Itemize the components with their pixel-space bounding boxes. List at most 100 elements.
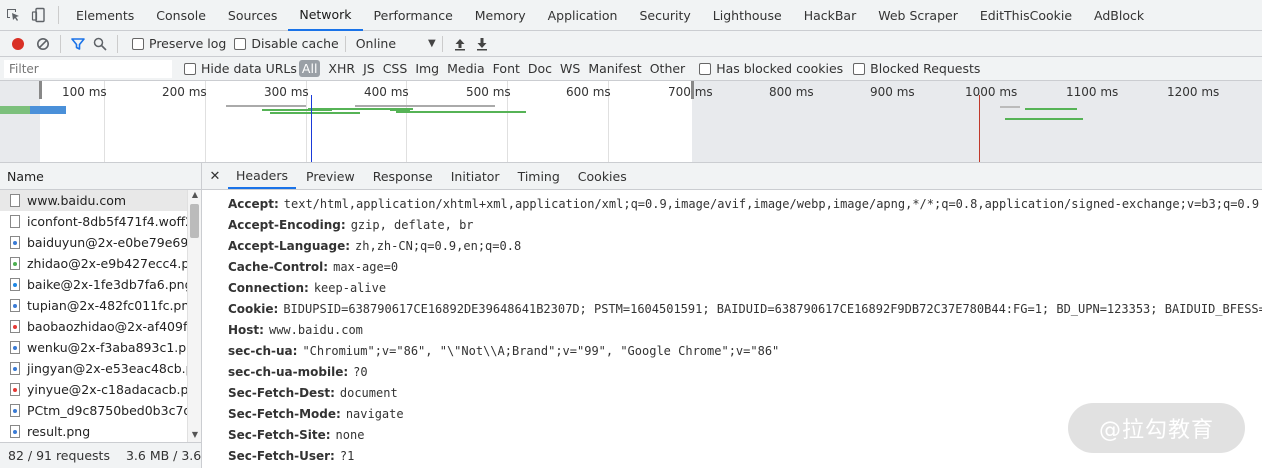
header-value: none bbox=[335, 427, 365, 442]
separator bbox=[60, 34, 61, 53]
export-har-icon[interactable] bbox=[471, 33, 493, 55]
request-row[interactable]: result.png bbox=[0, 421, 188, 442]
network-status-bar: 82 / 91 requests 3.6 MB / 3.6 MB bbox=[0, 442, 201, 468]
image-file-icon bbox=[10, 425, 20, 438]
tab-adblock[interactable]: AdBlock bbox=[1083, 0, 1155, 31]
request-row[interactable]: wenku@2x-f3aba893c1.png bbox=[0, 337, 188, 358]
checkbox-box[interactable] bbox=[132, 37, 144, 50]
tab-console[interactable]: Console bbox=[145, 0, 217, 31]
request-row[interactable]: baobaozhidao@2x-af409f9d.png bbox=[0, 316, 188, 337]
preserve-log-checkbox[interactable]: Preserve log bbox=[132, 36, 226, 51]
devtools-tab-bar: Elements Console Sources Network Performance… bbox=[0, 0, 1262, 31]
detail-tab-headers[interactable]: Headers bbox=[228, 163, 297, 189]
has-blocked-cookies-checkbox[interactable]: Has blocked cookies bbox=[699, 61, 843, 76]
type-filter-ws[interactable]: WS bbox=[556, 61, 584, 76]
panel-tabs: Elements Console Sources Network Performance… bbox=[65, 0, 1155, 31]
request-name: yinyue@2x-c18adacacb.png bbox=[27, 382, 188, 397]
filter-bar: Hide data URLs AllXHRJSCSSImgMediaFontDo… bbox=[0, 57, 1262, 81]
checkbox-box[interactable] bbox=[184, 62, 196, 75]
record-button[interactable] bbox=[12, 37, 24, 50]
header-name: Sec-Fetch-User: bbox=[228, 448, 335, 463]
waterfall-bar bbox=[0, 106, 30, 114]
type-filter-css[interactable]: CSS bbox=[379, 61, 412, 76]
scroll-down-icon[interactable]: ▼ bbox=[188, 430, 202, 442]
type-filter-other[interactable]: Other bbox=[646, 61, 690, 76]
search-icon[interactable] bbox=[89, 33, 111, 55]
tab-lighthouse[interactable]: Lighthouse bbox=[702, 0, 793, 31]
type-filter-manifest[interactable]: Manifest bbox=[584, 61, 645, 76]
tab-web-scraper[interactable]: Web Scraper bbox=[867, 0, 969, 31]
header-row: sec-ch-ua-mobile: ?0 bbox=[228, 361, 1262, 382]
scrollbar-thumb[interactable] bbox=[190, 204, 199, 238]
name-column-header[interactable]: Name bbox=[0, 163, 201, 190]
request-name: zhidao@2x-e9b427ecc4.png bbox=[27, 256, 188, 271]
tick-label: 400 ms bbox=[364, 85, 409, 99]
checkbox-box[interactable] bbox=[853, 62, 866, 75]
blocked-requests-checkbox[interactable]: Blocked Requests bbox=[853, 61, 980, 76]
type-filter-xhr[interactable]: XHR bbox=[324, 61, 359, 76]
tab-memory[interactable]: Memory bbox=[464, 0, 537, 31]
throttling-select[interactable]: Online ▼ bbox=[356, 36, 436, 51]
tick-label: 1100 ms bbox=[1066, 85, 1119, 99]
tick-label: 700 ms bbox=[668, 85, 713, 99]
request-row[interactable]: zhidao@2x-e9b427ecc4.png bbox=[0, 253, 188, 274]
request-name: result.png bbox=[27, 424, 91, 439]
hide-data-urls-checkbox[interactable]: Hide data URLs bbox=[184, 61, 297, 76]
request-row[interactable]: baiduyun@2x-e0be79e69e.png bbox=[0, 232, 188, 253]
detail-tab-preview[interactable]: Preview bbox=[298, 163, 363, 189]
tab-sources[interactable]: Sources bbox=[217, 0, 288, 31]
detail-tab-initiator[interactable]: Initiator bbox=[443, 163, 508, 189]
request-list-scrollbar[interactable]: ▲ ▼ bbox=[187, 190, 201, 442]
type-filter-img[interactable]: Img bbox=[411, 61, 443, 76]
inspect-element-icon[interactable] bbox=[0, 0, 26, 31]
close-icon[interactable]: ✕ bbox=[202, 163, 228, 189]
disable-cache-checkbox[interactable]: Disable cache bbox=[234, 36, 339, 51]
request-row[interactable]: PCtm_d9c8750bed0b3c7d08.png bbox=[0, 400, 188, 421]
tick-label: 1000 ms bbox=[965, 85, 1018, 99]
request-row[interactable]: yinyue@2x-c18adacacb.png bbox=[0, 379, 188, 400]
header-name: Sec-Fetch-Dest: bbox=[228, 385, 335, 400]
clear-icon[interactable] bbox=[32, 33, 54, 55]
request-row[interactable]: baike@2x-1fe3db7fa6.png bbox=[0, 274, 188, 295]
overview-handle-left[interactable] bbox=[39, 81, 42, 99]
type-filter-font[interactable]: Font bbox=[489, 61, 524, 76]
image-file-icon bbox=[10, 362, 20, 375]
request-row[interactable]: jingyan@2x-e53eac48cb.png bbox=[0, 358, 188, 379]
request-row[interactable]: www.baidu.com bbox=[0, 190, 188, 211]
tab-editthiscookie[interactable]: EditThisCookie bbox=[969, 0, 1083, 31]
image-file-icon bbox=[10, 257, 20, 270]
image-file-icon bbox=[10, 383, 20, 396]
filter-input[interactable] bbox=[4, 59, 172, 78]
scroll-up-icon[interactable]: ▲ bbox=[188, 190, 202, 202]
timeline-overview[interactable]: 100 ms 200 ms 300 ms 400 ms 500 ms 600 ms 700 … bbox=[0, 81, 1262, 163]
request-name: jingyan@2x-e53eac48cb.png bbox=[27, 361, 188, 376]
type-filter-all[interactable]: All bbox=[298, 60, 321, 77]
tab-security[interactable]: Security bbox=[628, 0, 701, 31]
type-filter-media[interactable]: Media bbox=[443, 61, 489, 76]
type-filter-doc[interactable]: Doc bbox=[524, 61, 556, 76]
filter-icon[interactable] bbox=[67, 33, 89, 55]
header-value: max-age=0 bbox=[333, 259, 399, 274]
detail-tab-timing[interactable]: Timing bbox=[510, 163, 568, 189]
tab-performance[interactable]: Performance bbox=[363, 0, 464, 31]
header-row: Sec-Fetch-Dest: document bbox=[228, 382, 1262, 403]
header-name: Sec-Fetch-Site: bbox=[228, 427, 331, 442]
image-file-icon bbox=[10, 278, 20, 291]
checkbox-box[interactable] bbox=[234, 37, 247, 50]
header-row: Cookie: BIDUPSID=638790617CE16892DE396486… bbox=[228, 298, 1262, 319]
type-filter-js[interactable]: JS bbox=[359, 61, 379, 76]
network-toolbar: Preserve log Disable cache Online ▼ bbox=[0, 31, 1262, 57]
tab-network[interactable]: Network bbox=[288, 0, 363, 31]
import-har-icon[interactable] bbox=[449, 33, 471, 55]
request-row[interactable]: iconfont-8db5f471f4.woff2 bbox=[0, 211, 188, 232]
detail-tab-cookies[interactable]: Cookies bbox=[570, 163, 635, 189]
checkbox-box[interactable] bbox=[699, 62, 712, 75]
tab-application[interactable]: Application bbox=[537, 0, 629, 31]
header-name: Host: bbox=[228, 322, 264, 337]
detail-tab-response[interactable]: Response bbox=[365, 163, 441, 189]
request-row[interactable]: tupian@2x-482fc011fc.png bbox=[0, 295, 188, 316]
tick-label: 200 ms bbox=[162, 85, 207, 99]
tab-hackbar[interactable]: HackBar bbox=[793, 0, 868, 31]
tab-elements[interactable]: Elements bbox=[65, 0, 145, 31]
device-toolbar-icon[interactable] bbox=[26, 0, 52, 31]
